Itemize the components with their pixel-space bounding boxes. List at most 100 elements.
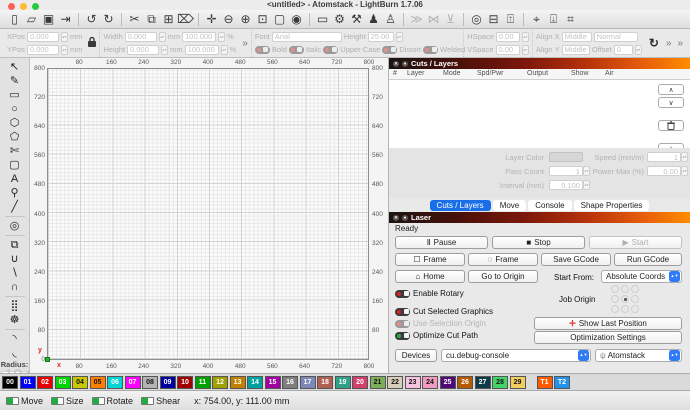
- paste-icon[interactable]: ⊞: [160, 11, 177, 28]
- import-file-icon[interactable]: ⇥: [57, 11, 74, 28]
- interval-field[interactable]: 0.100: [549, 180, 583, 190]
- home-button[interactable]: ⌂Home: [395, 270, 465, 283]
- job-origin-radio-5[interactable]: [631, 295, 639, 303]
- boolean-union-icon[interactable]: ∪: [4, 252, 26, 266]
- open-file-icon[interactable]: ▱: [23, 11, 40, 28]
- offset-stepper[interactable]: ▴▾: [635, 45, 642, 55]
- goto-origin-button[interactable]: Go to Origin: [468, 270, 538, 283]
- flip-horizontal-icon[interactable]: ⋈: [425, 11, 442, 28]
- cuts-layers-close-icon[interactable]: ✕: [393, 61, 399, 67]
- job-origin-radio-7[interactable]: [621, 305, 629, 313]
- speed-field[interactable]: 1: [647, 152, 681, 162]
- show-last-position-button[interactable]: ✛Show Last Position: [534, 317, 682, 330]
- pause-button[interactable]: ⅡPause: [395, 236, 488, 249]
- lock-aspect-icon[interactable]: [85, 36, 99, 50]
- palette-swatch-22[interactable]: 22: [387, 376, 403, 389]
- width-stepper[interactable]: ▴▾: [159, 32, 166, 42]
- status-toggle-move[interactable]: Move: [6, 396, 43, 406]
- palette-swatch-23[interactable]: 23: [405, 376, 421, 389]
- palette-swatch-29[interactable]: 29: [510, 376, 526, 389]
- palette-swatch-28[interactable]: 28: [492, 376, 508, 389]
- copy-icon[interactable]: ⧉: [143, 11, 160, 28]
- job-origin-radio-8[interactable]: [631, 305, 639, 313]
- run-gcode-button[interactable]: Run GCode: [614, 253, 682, 266]
- layer-move-up-button[interactable]: ∧: [658, 84, 684, 95]
- job-origin-radio-4[interactable]: [621, 295, 629, 303]
- tab-cuts-layers[interactable]: Cuts / Layers: [430, 200, 491, 211]
- palette-swatch-08[interactable]: 08: [142, 376, 158, 389]
- select-icon[interactable]: ↖: [4, 60, 26, 74]
- width-field[interactable]: 0.000: [125, 32, 157, 42]
- palette-swatch-07[interactable]: 07: [125, 376, 141, 389]
- port-select[interactable]: cu.debug-console▲▼: [441, 349, 591, 362]
- job-origin-radio-1[interactable]: [621, 285, 629, 293]
- power-max-stepper[interactable]: ▴▾: [681, 166, 688, 176]
- cuts-layers-float-icon[interactable]: ●: [402, 61, 408, 67]
- status-toggle-rotate[interactable]: Rotate: [92, 396, 134, 406]
- pan-tool-icon[interactable]: ✛: [203, 11, 220, 28]
- center-selection-icon[interactable]: ◎: [468, 11, 485, 28]
- palette-swatch-01[interactable]: 01: [20, 376, 36, 389]
- text-icon[interactable]: A: [4, 172, 26, 186]
- xpos-stepper[interactable]: ▴▾: [61, 32, 68, 42]
- copy-along-path-icon[interactable]: ◝: [4, 332, 26, 346]
- hspace-stepper[interactable]: ▴▾: [522, 32, 529, 42]
- palette-swatch-11[interactable]: 11: [195, 376, 211, 389]
- boolean-intersect-icon[interactable]: ∩: [4, 280, 26, 294]
- job-origin-radio-2[interactable]: [631, 285, 639, 293]
- zoom-to-selection-icon[interactable]: ⊡: [254, 11, 271, 28]
- alignx-select[interactable]: Middle: [562, 32, 592, 42]
- distort-toggle[interactable]: [382, 46, 397, 54]
- palette-swatch-19[interactable]: 19: [335, 376, 351, 389]
- palette-swatch-T1[interactable]: T1: [537, 376, 553, 389]
- use-selection-origin-toggle[interactable]: Use Selection Origin: [395, 319, 486, 328]
- trash-icon[interactable]: [658, 120, 684, 131]
- palette-swatch-06[interactable]: 06: [107, 376, 123, 389]
- status-toggle-shear[interactable]: Shear: [141, 396, 180, 406]
- palette-swatch-02[interactable]: 02: [37, 376, 53, 389]
- frame-selection-icon[interactable]: ▢: [271, 11, 288, 28]
- palette-swatch-16[interactable]: 16: [282, 376, 298, 389]
- ypos-stepper[interactable]: ▴▾: [61, 45, 68, 55]
- status-toggle-size[interactable]: Size: [51, 396, 84, 406]
- palette-swatch-21[interactable]: 21: [370, 376, 386, 389]
- palette-swatch-10[interactable]: 10: [177, 376, 193, 389]
- save-gcode-button[interactable]: Save GCode: [541, 253, 611, 266]
- radius-corner-icon[interactable]: ◟: [4, 346, 26, 360]
- measure-icon[interactable]: ╱: [4, 200, 26, 214]
- minimize-window-button[interactable]: [20, 3, 27, 10]
- delete-icon[interactable]: ⌦: [177, 11, 194, 28]
- polygon-icon[interactable]: ⬡: [4, 116, 26, 130]
- job-origin-radio-6[interactable]: [611, 305, 619, 313]
- close-window-button[interactable]: [8, 3, 15, 10]
- uppercase-toggle[interactable]: [323, 46, 338, 54]
- edit-nodes-icon[interactable]: ▢: [4, 158, 26, 172]
- font-height-field[interactable]: 25.00: [368, 32, 394, 42]
- palette-swatch-05[interactable]: 05: [90, 376, 106, 389]
- cut-shapes-icon[interactable]: ✄: [4, 144, 26, 158]
- toolbar-overflow-chevron[interactable]: »: [239, 38, 251, 49]
- aligny-select[interactable]: Middle: [562, 45, 590, 55]
- pentagon-icon[interactable]: ⬠: [4, 130, 26, 144]
- boolean-subtract-icon[interactable]: ∖: [4, 266, 26, 280]
- cut-selected-toggle[interactable]: Cut Selected Graphics: [395, 307, 493, 316]
- enable-rotary-toggle[interactable]: Enable Rotary: [395, 289, 464, 298]
- width-percent-field[interactable]: 100.000: [182, 32, 216, 42]
- palette-swatch-25[interactable]: 25: [440, 376, 456, 389]
- multi-user-icon[interactable]: ♟: [365, 11, 382, 28]
- hspace-field[interactable]: 0.00: [496, 32, 520, 42]
- job-origin-radio-3[interactable]: [611, 295, 619, 303]
- frame-square-button[interactable]: ☐Frame: [395, 253, 465, 266]
- height-field[interactable]: 0.000: [127, 45, 159, 55]
- right-overflow-chevron[interactable]: »: [674, 38, 686, 49]
- start-button[interactable]: ▶Start: [589, 236, 682, 249]
- save-file-icon[interactable]: ▣: [40, 11, 57, 28]
- offset-field[interactable]: 0: [614, 45, 633, 55]
- jog-position-icon[interactable]: ⌗: [562, 11, 579, 28]
- workspace-canvas[interactable]: 8080160160240240320320400400480480560560…: [30, 58, 388, 373]
- rotate-text-icon[interactable]: ↻: [645, 36, 663, 50]
- palette-swatch-03[interactable]: 03: [55, 376, 71, 389]
- circular-array-icon[interactable]: ☸: [4, 313, 26, 327]
- width-percent-stepper[interactable]: ▴▾: [218, 32, 225, 42]
- camera-icon[interactable]: ◉: [288, 11, 305, 28]
